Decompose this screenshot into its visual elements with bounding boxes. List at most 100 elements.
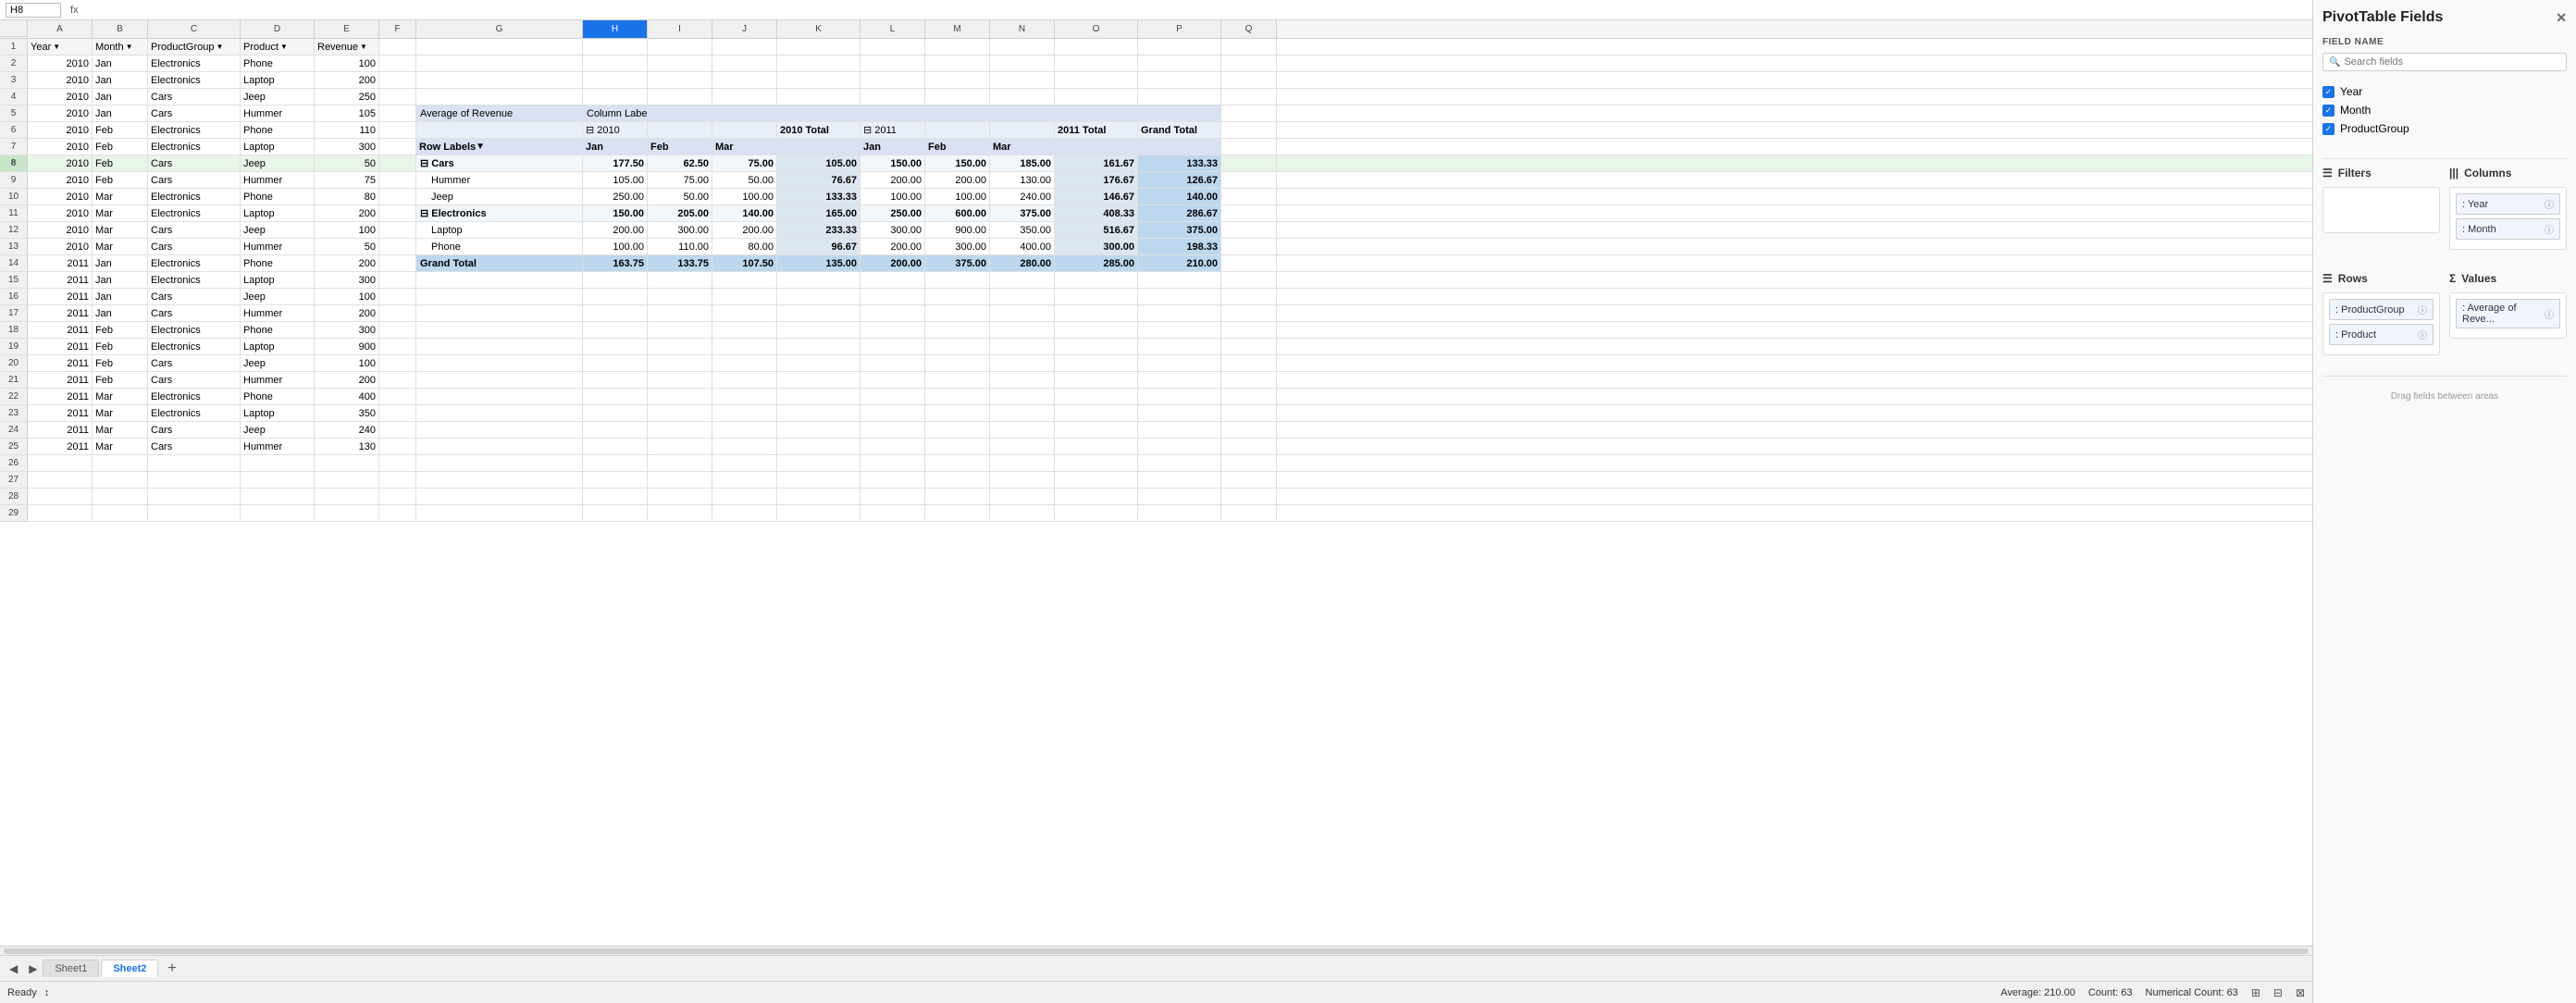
col-header-f[interactable]: F: [379, 20, 416, 38]
col-header-b[interactable]: B: [93, 20, 148, 38]
column-tag-month[interactable]: : Month ⓘ: [2456, 218, 2560, 240]
month-label: Month: [2340, 104, 2371, 117]
cell-a1[interactable]: Year▼: [28, 39, 93, 55]
cell-d2[interactable]: Phone: [241, 56, 315, 71]
field-item-year[interactable]: ✓ Year: [2322, 82, 2567, 101]
cell-e3[interactable]: 200: [315, 72, 379, 88]
cell-d1[interactable]: Product▼: [241, 39, 315, 55]
col-header-o[interactable]: O: [1055, 20, 1138, 38]
name-box[interactable]: [6, 3, 61, 18]
col-header-c[interactable]: C: [148, 20, 241, 38]
cell-i2: [648, 56, 712, 71]
page-view-btn[interactable]: ⊟: [2273, 986, 2283, 999]
pivot-2010-header: ⊟ 2010: [583, 122, 648, 138]
cell-i1: [648, 39, 712, 55]
cell-a3[interactable]: 2010: [28, 72, 93, 88]
filters-box[interactable]: [2322, 187, 2440, 233]
grid-view-btn[interactable]: ⊞: [2251, 986, 2260, 999]
table-row: 2 2010 Jan Electronics Phone 100: [0, 56, 2312, 72]
values-box[interactable]: : Average of Reve... ⓘ: [2449, 292, 2567, 339]
filters-label: Filters: [2338, 167, 2372, 180]
col-header-p[interactable]: P: [1138, 20, 1221, 38]
status-bar: Ready ↕ Average: 210.00 Count: 63 Numeri…: [0, 981, 2312, 1003]
table-row: 14 2011 Jan Electronics Phone 200 Grand …: [0, 255, 2312, 272]
column-tag-year[interactable]: : Year ⓘ: [2456, 193, 2560, 215]
year-info-btn[interactable]: ⓘ: [2545, 197, 2554, 211]
close-sidebar-button[interactable]: ✕: [2556, 10, 2567, 26]
field-item-month[interactable]: ✓ Month: [2322, 101, 2567, 119]
horizontal-scrollbar[interactable]: [0, 946, 2312, 955]
mode-icon: ↕: [44, 987, 50, 998]
preview-view-btn[interactable]: ⊠: [2296, 986, 2305, 999]
numerical-count-status: Numerical Count: 63: [2146, 987, 2238, 998]
cell-c3[interactable]: Electronics: [148, 72, 241, 88]
col-header-i[interactable]: I: [648, 20, 712, 38]
col-header-l[interactable]: L: [861, 20, 925, 38]
col-headers-row: A B C D E F G H I J K L M N O P Q: [0, 20, 2312, 39]
col-header-k[interactable]: K: [777, 20, 861, 38]
col-header-e[interactable]: E: [315, 20, 379, 38]
col-header-j[interactable]: J: [712, 20, 777, 38]
tab-sheet1[interactable]: Sheet1: [43, 960, 99, 977]
sheet-nav-next[interactable]: ▶: [23, 960, 43, 977]
filter-icon: ☰: [2322, 167, 2333, 180]
search-fields-input[interactable]: [2344, 56, 2560, 68]
col-header-a[interactable]: A: [28, 20, 93, 38]
row-tag-productgroup[interactable]: : ProductGroup ⓘ: [2329, 299, 2434, 320]
table-row: 6 2010 Feb Electronics Phone 110 ⊟ 2010 …: [0, 122, 2312, 139]
cell-d3[interactable]: Laptop: [241, 72, 315, 88]
sidebar-divider-2: [2322, 376, 2567, 377]
col-header-n[interactable]: N: [990, 20, 1055, 38]
row-header-1: 1: [0, 39, 28, 56]
sidebar-divider-1: [2322, 158, 2567, 159]
ready-label: Ready: [7, 987, 37, 998]
cell-c1[interactable]: ProductGroup▼: [148, 39, 241, 55]
col-header-g[interactable]: G: [416, 20, 583, 38]
cell-a2[interactable]: 2010: [28, 56, 93, 71]
fx-icon: fx: [70, 5, 79, 16]
sheet-tabs: ◀ ▶ Sheet1 Sheet2 +: [0, 955, 2312, 981]
pivot-phone-row: Phone: [416, 239, 583, 254]
productgroup-checkbox[interactable]: ✓: [2322, 123, 2334, 135]
values-label: Values: [2461, 272, 2496, 285]
pivot-cars-jan-2010: 177.50: [583, 155, 648, 171]
product-info-btn[interactable]: ⓘ: [2418, 328, 2427, 341]
col-header-q[interactable]: Q: [1221, 20, 1277, 38]
table-row: 18 2011FebElectronicsPhone300: [0, 322, 2312, 339]
average-info-btn[interactable]: ⓘ: [2545, 307, 2554, 321]
cell-b3[interactable]: Jan: [93, 72, 148, 88]
cell-e1[interactable]: Revenue▼: [315, 39, 379, 55]
cell-n2: [990, 56, 1055, 71]
tab-sheet2[interactable]: Sheet2: [101, 960, 158, 977]
columns-box[interactable]: : Year ⓘ : Month ⓘ: [2449, 187, 2567, 250]
month-info-btn[interactable]: ⓘ: [2545, 222, 2554, 236]
value-tag-average[interactable]: : Average of Reve... ⓘ: [2456, 299, 2560, 328]
sheet-nav-prev[interactable]: ◀: [4, 960, 23, 977]
cell-b2[interactable]: Jan: [93, 56, 148, 71]
cell-b1[interactable]: Month▼: [93, 39, 148, 55]
table-row: 3 2010 Jan Electronics Laptop 200: [0, 72, 2312, 89]
cell-e2[interactable]: 100: [315, 56, 379, 71]
cell-c2[interactable]: Electronics: [148, 56, 241, 71]
table-row: 8 2010 Feb Cars Jeep 50 ⊟ Cars 177.50 62…: [0, 155, 2312, 172]
field-name-label: FIELD NAME: [2322, 37, 2567, 47]
field-item-productgroup[interactable]: ✓ ProductGroup: [2322, 119, 2567, 138]
cell-j1: [712, 39, 777, 55]
grid: 1 Year▼ Month▼ ProductGroup▼ Product▼ Re…: [0, 39, 2312, 946]
cell-g2: [416, 56, 583, 71]
grid-wrapper: 1 Year▼ Month▼ ProductGroup▼ Product▼ Re…: [0, 39, 2312, 946]
cell-q2: [1221, 56, 1277, 71]
row-tag-product[interactable]: : Product ⓘ: [2329, 324, 2434, 345]
rows-box[interactable]: : ProductGroup ⓘ : Product ⓘ: [2322, 292, 2440, 355]
cell-o1: [1055, 39, 1138, 55]
tab-add-button[interactable]: +: [160, 959, 183, 979]
cell-m1: [925, 39, 990, 55]
cell-g1: [416, 39, 583, 55]
productgroup-info-btn[interactable]: ⓘ: [2418, 303, 2427, 316]
month-checkbox[interactable]: ✓: [2322, 105, 2334, 117]
col-header-h[interactable]: H: [583, 20, 648, 38]
cell-f1: [379, 39, 416, 55]
year-checkbox[interactable]: ✓: [2322, 86, 2334, 98]
col-header-d[interactable]: D: [241, 20, 315, 38]
col-header-m[interactable]: M: [925, 20, 990, 38]
